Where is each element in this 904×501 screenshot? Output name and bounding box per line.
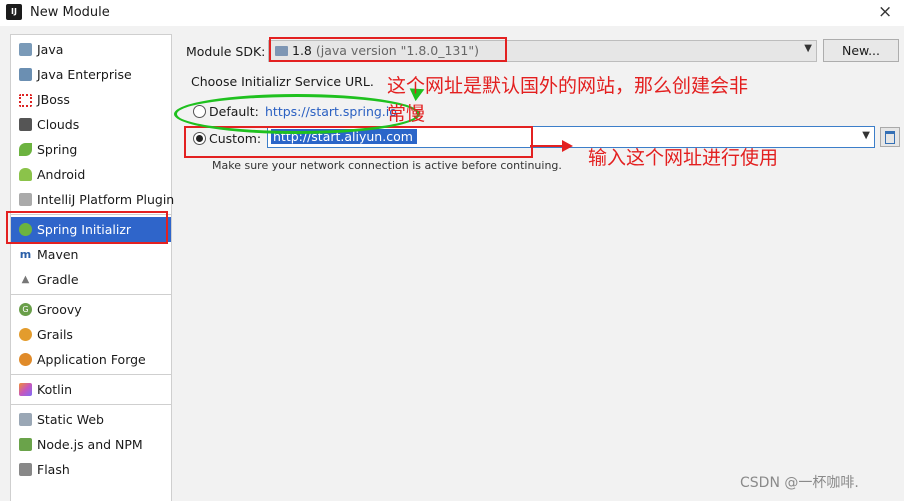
- close-icon[interactable]: ×: [878, 2, 892, 22]
- red-arrow-icon: [562, 140, 573, 152]
- sidebar-item-label: Gradle: [37, 272, 79, 287]
- sidebar-item-label: Groovy: [37, 302, 82, 317]
- clouds-icon: [19, 118, 32, 131]
- title-bar: IJ New Module ×: [0, 0, 904, 26]
- static-web-icon: [19, 413, 32, 426]
- sidebar-item-flash[interactable]: Flash: [11, 457, 171, 482]
- sidebar-item-label: Spring: [37, 142, 78, 157]
- jboss-icon: [19, 94, 32, 107]
- java-icon: [19, 43, 32, 56]
- sidebar-item-label: Clouds: [37, 117, 80, 132]
- sidebar-item-label: Java Enterprise: [37, 67, 132, 82]
- flash-icon: [19, 463, 32, 476]
- sidebar-item-label: Application Forge: [37, 352, 146, 367]
- sidebar-item-gradle[interactable]: ▲ Gradle: [11, 267, 171, 292]
- gradle-icon: ▲: [21, 274, 30, 285]
- nodejs-icon: [19, 438, 32, 451]
- sidebar-item-label: Kotlin: [37, 382, 72, 397]
- sidebar-item-node-js-and-npm[interactable]: Node.js and NPM: [11, 432, 171, 457]
- sidebar-item-kotlin[interactable]: Kotlin: [11, 377, 171, 402]
- browse-url-button[interactable]: [880, 127, 900, 147]
- module-type-sidebar: Java Java Enterprise JBoss Clouds Spring Andr…: [10, 34, 175, 501]
- sidebar-group: Java Java Enterprise JBoss Clouds Spring Andr…: [11, 35, 175, 215]
- sidebar-item-maven[interactable]: m Maven: [11, 242, 171, 267]
- intellij-app-icon: IJ: [6, 4, 22, 20]
- sidebar-item-label: Flash: [37, 462, 70, 477]
- groovy-icon: G: [19, 303, 32, 316]
- sidebar-item-label: Android: [37, 167, 86, 182]
- spring-initializr-highlight-box: [6, 211, 168, 244]
- new-sdk-button[interactable]: New...: [823, 39, 899, 62]
- sidebar-item-application-forge[interactable]: Application Forge: [11, 347, 171, 372]
- sidebar-item-label: IntelliJ Platform Plugin: [37, 192, 175, 207]
- download-icon: [885, 131, 895, 144]
- red-arrow-line: [530, 145, 564, 147]
- sidebar-item-grails[interactable]: Grails: [11, 322, 171, 347]
- application-forge-icon: [19, 353, 32, 366]
- annotation-default-line1: 这个网址是默认国外的网站，那么创建会非: [387, 75, 749, 97]
- grails-icon: [19, 328, 32, 341]
- sidebar-item-java[interactable]: Java: [11, 37, 171, 62]
- sidebar-item-groovy[interactable]: G Groovy: [11, 297, 171, 322]
- sidebar-item-android[interactable]: Android: [11, 162, 171, 187]
- java-enterprise-icon: [19, 68, 32, 81]
- sidebar-item-label: JBoss: [37, 92, 70, 107]
- kotlin-icon: [19, 383, 32, 396]
- plugin-icon: [19, 193, 32, 206]
- choose-url-label: Choose Initializr Service URL.: [191, 74, 374, 89]
- window-title: New Module: [30, 5, 110, 20]
- spring-leaf-icon: [19, 143, 32, 156]
- sidebar-group: Static Web Node.js and NPM Flash: [11, 405, 171, 484]
- sdk-highlight-box: [269, 37, 507, 62]
- chevron-down-icon[interactable]: ▼: [804, 43, 812, 54]
- sidebar-item-clouds[interactable]: Clouds: [11, 112, 171, 137]
- sidebar-item-intellij-platform-plugin[interactable]: IntelliJ Platform Plugin: [11, 187, 175, 212]
- network-hint: Make sure your network connection is act…: [212, 159, 562, 172]
- sidebar-item-label: Maven: [37, 247, 79, 262]
- watermark: CSDN @一杯咖啡.: [740, 475, 859, 491]
- sidebar-item-label: Static Web: [37, 412, 104, 427]
- annotation-default-line2: 常慢: [387, 103, 426, 125]
- sidebar-item-static-web[interactable]: Static Web: [11, 407, 171, 432]
- android-icon: [19, 168, 32, 181]
- sidebar-group: G Groovy Grails Application Forge: [11, 295, 171, 375]
- sidebar-group: Kotlin: [11, 375, 171, 405]
- sidebar-item-jboss[interactable]: JBoss: [11, 87, 171, 112]
- sidebar-item-label: Java: [37, 42, 64, 57]
- sidebar-item-java-enterprise[interactable]: Java Enterprise: [11, 62, 171, 87]
- maven-icon: m: [19, 248, 32, 261]
- chevron-down-icon[interactable]: ▼: [862, 130, 870, 141]
- module-sdk-label: Module SDK:: [186, 44, 266, 59]
- sidebar-item-label: Node.js and NPM: [37, 437, 143, 452]
- default-url-highlight-ellipse: [174, 94, 420, 134]
- annotation-custom: 输入这个网址进行使用: [588, 147, 779, 169]
- sidebar-item-label: Grails: [37, 327, 73, 342]
- sidebar-item-spring[interactable]: Spring: [11, 137, 171, 162]
